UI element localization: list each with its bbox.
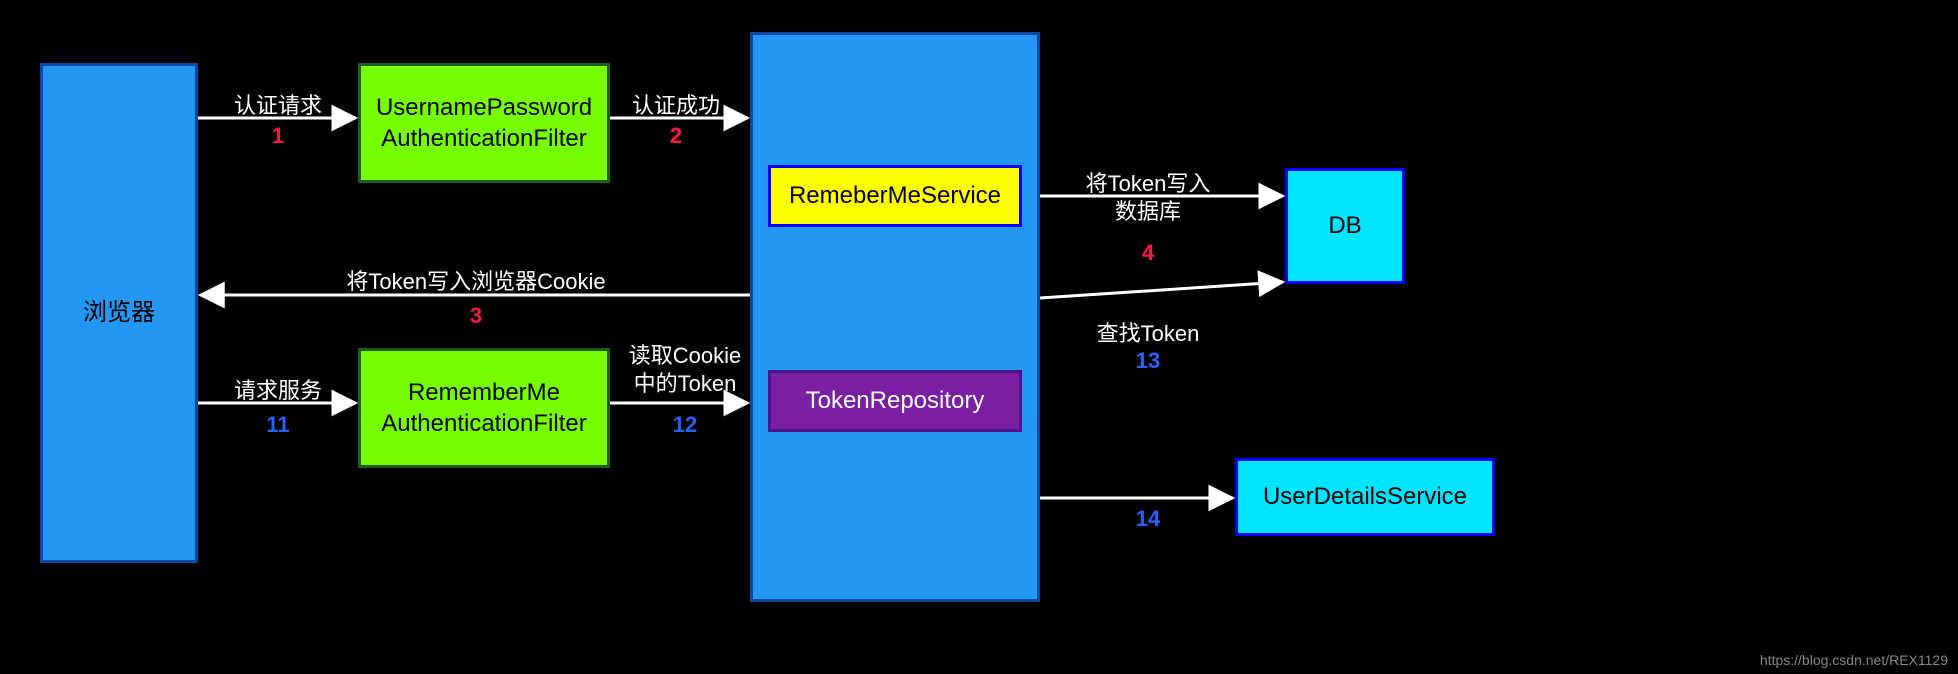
node-browser: 浏览器 bbox=[40, 63, 198, 563]
node-rm-filter-label: RememberMe AuthenticationFilter bbox=[373, 373, 594, 443]
label-e12: 读取Cookie 中的Token bbox=[605, 342, 765, 397]
step-e3: 3 bbox=[470, 303, 482, 329]
node-rm-service-label: RemeberMeService bbox=[781, 176, 1009, 215]
node-main-container bbox=[750, 32, 1040, 602]
node-db: DB bbox=[1285, 168, 1405, 284]
label-e2: 认证成功 bbox=[632, 88, 720, 120]
node-remember-me-service: RemeberMeService bbox=[768, 165, 1022, 227]
node-browser-label: 浏览器 bbox=[75, 293, 163, 332]
watermark: https://blog.csdn.net/REX1129 bbox=[1760, 652, 1948, 668]
step-e13: 13 bbox=[1136, 348, 1160, 374]
node-token-repository: TokenRepository bbox=[768, 370, 1022, 432]
step-e12: 12 bbox=[673, 412, 697, 438]
arrow-13 bbox=[1040, 282, 1283, 298]
node-uds-label: UserDetailsService bbox=[1255, 477, 1475, 516]
step-e4: 4 bbox=[1142, 240, 1154, 266]
label-e13: 查找Token bbox=[1097, 316, 1200, 348]
label-e1: 认证请求 bbox=[234, 88, 322, 120]
step-e2: 2 bbox=[670, 123, 682, 149]
node-db-label: DB bbox=[1320, 206, 1369, 245]
node-user-details-service: UserDetailsService bbox=[1235, 458, 1495, 536]
label-e4: 将Token写入 数据库 bbox=[1048, 170, 1248, 225]
label-e3: 将Token写入浏览器Cookie bbox=[346, 264, 605, 296]
node-main-label bbox=[887, 313, 903, 321]
diagram-canvas: 浏览器 UsernamePassword AuthenticationFilte… bbox=[0, 0, 1958, 674]
label-e11: 请求服务 bbox=[234, 373, 322, 405]
step-e1: 1 bbox=[272, 123, 284, 149]
node-username-password-filter: UsernamePassword AuthenticationFilter bbox=[358, 63, 610, 183]
node-up-filter-label: UsernamePassword AuthenticationFilter bbox=[368, 88, 600, 158]
node-token-repo-label: TokenRepository bbox=[798, 381, 993, 420]
node-remember-me-filter: RememberMe AuthenticationFilter bbox=[358, 348, 610, 468]
step-e14: 14 bbox=[1136, 506, 1160, 532]
step-e11: 11 bbox=[266, 412, 289, 438]
